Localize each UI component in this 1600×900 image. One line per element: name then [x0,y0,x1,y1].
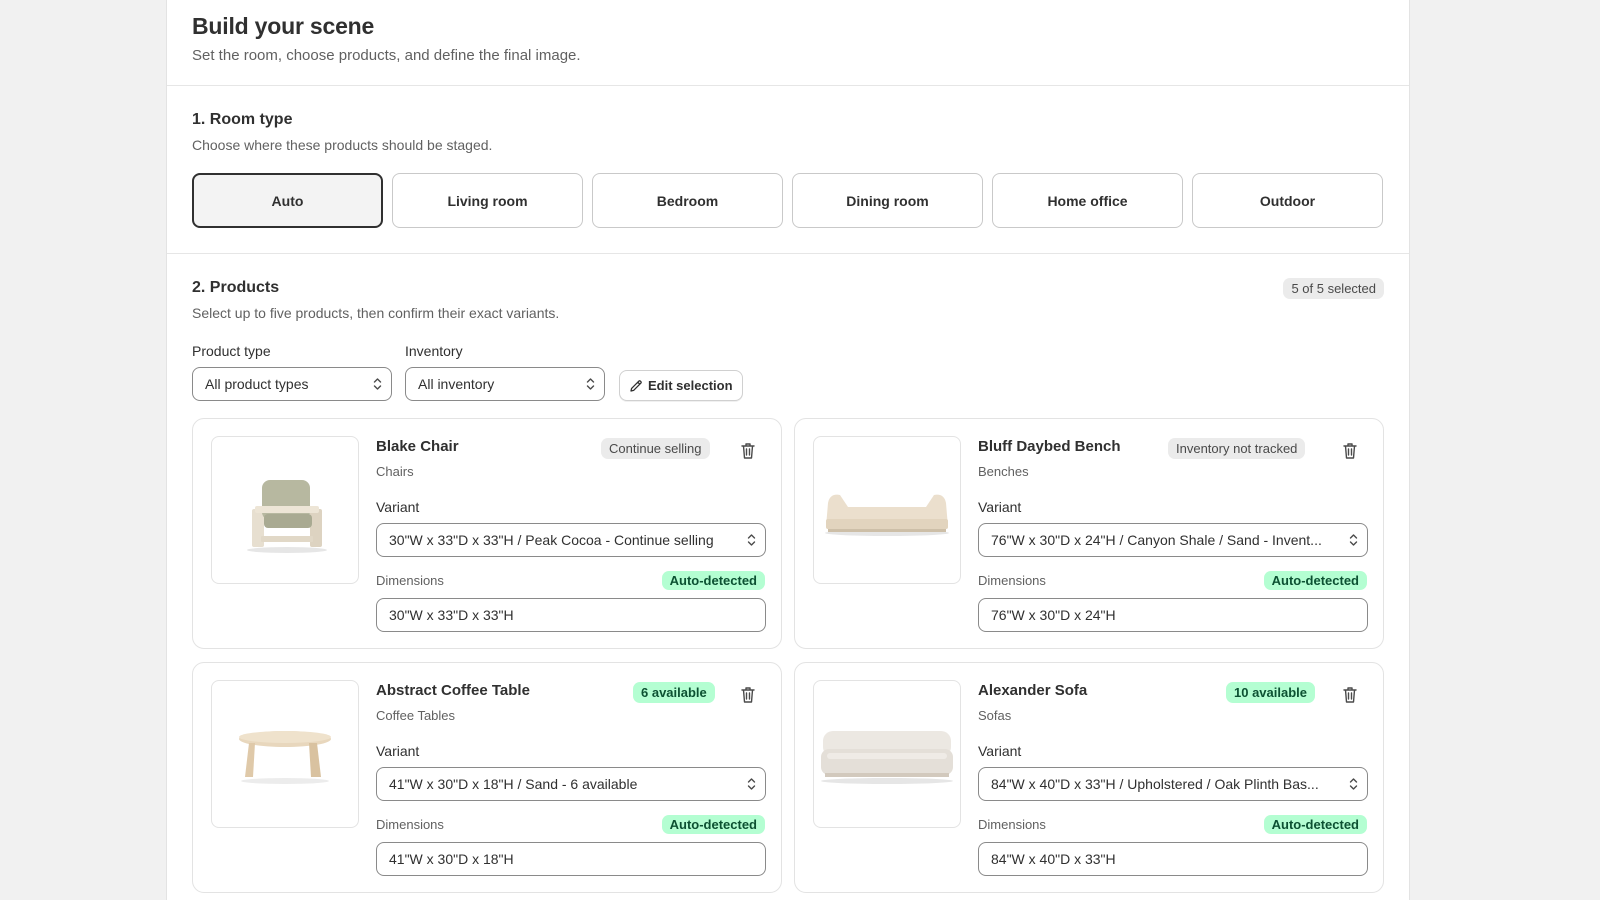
room-option-bedroom[interactable]: Bedroom [592,173,783,228]
sofa-icon [821,731,953,784]
variant-select[interactable]: 76"W x 30"D x 24"H / Canyon Shale / Sand… [978,523,1368,557]
variant-label: Variant [978,499,1022,515]
room-option-home-office[interactable]: Home office [992,173,1183,228]
product-card-blake-chair: Blake Chair Chairs Continue selling Vari… [192,418,782,649]
inventory-label: Inventory [405,343,463,359]
product-card-abstract-coffee-table: Abstract Coffee Table Coffee Tables 6 av… [192,662,782,893]
product-image-bench [813,436,961,584]
product-name: Abstract Coffee Table [376,682,530,699]
product-image-sofa [813,680,961,828]
room-option-living-room[interactable]: Living room [392,173,583,228]
variant-select[interactable]: 30"W x 33"D x 33"H / Peak Cocoa - Contin… [376,523,766,557]
variant-value: 76"W x 30"D x 24"H / Canyon Shale / Sand… [991,532,1322,548]
trash-icon[interactable] [1341,441,1359,461]
room-type-title: 1. Room type [192,111,293,128]
auto-detected-badge: Auto-detected [661,815,765,834]
product-type-select[interactable]: All product types [192,367,392,401]
room-option-outdoor[interactable]: Outdoor [1192,173,1383,228]
auto-detected-badge: Auto-detected [1263,571,1367,590]
product-type-label: Product type [192,343,271,359]
edit-selection-label: Edit selection [648,378,733,393]
product-category: Benches [978,464,1029,479]
products-subtitle: Select up to five products, then confirm… [192,305,560,321]
divider [167,85,1409,86]
product-category: Chairs [376,464,414,479]
product-category: Sofas [978,708,1012,723]
dimensions-label: Dimensions [978,817,1046,832]
status-badge: Inventory not tracked [1168,438,1306,459]
product-category: Coffee Tables [376,708,456,723]
dimensions-label: Dimensions [376,817,444,832]
trash-icon[interactable] [739,685,757,705]
chair-icon [247,480,327,553]
selected-count-badge: 5 of 5 selected [1283,278,1384,299]
auto-detected-badge: Auto-detected [1263,815,1367,834]
product-card-bluff-daybed-bench: Bluff Daybed Bench Benches Inventory not… [794,418,1384,649]
bench-icon [825,494,949,536]
status-badge: Continue selling [601,438,710,459]
variant-value: 41"W x 30"D x 18"H / Sand - 6 available [389,776,638,792]
variant-value: 30"W x 33"D x 33"H / Peak Cocoa - Contin… [389,532,714,548]
product-card-alexander-sofa: Alexander Sofa Sofas 10 available Varian… [794,662,1384,893]
room-type-options: Auto Living room Bedroom Dining room Hom… [192,173,1383,228]
dimensions-input[interactable]: 76"W x 30"D x 24"H [978,598,1368,632]
room-type-subtitle: Choose where these products should be st… [192,137,493,153]
room-option-dining-room[interactable]: Dining room [792,173,983,228]
chevron-updown-icon [373,378,382,390]
trash-icon[interactable] [1341,685,1359,705]
divider [167,253,1409,254]
variant-label: Variant [376,499,420,515]
trash-icon[interactable] [739,441,757,461]
products-title: 2. Products [192,279,280,296]
chevron-updown-icon [586,378,595,390]
product-name: Blake Chair [376,438,459,455]
variant-label: Variant [376,743,420,759]
product-name: Alexander Sofa [978,682,1088,699]
variant-label: Variant [978,743,1022,759]
room-option-auto[interactable]: Auto [192,173,383,228]
status-badge: 6 available [633,682,715,703]
dimensions-input[interactable]: 84"W x 40"D x 33"H [978,842,1368,876]
dimensions-label: Dimensions [978,573,1046,588]
chevron-updown-icon [1349,778,1358,790]
pencil-icon [630,379,642,392]
auto-detected-badge: Auto-detected [661,571,765,590]
inventory-select[interactable]: All inventory [405,367,605,401]
dimensions-input[interactable]: 41"W x 30"D x 18"H [376,842,766,876]
dimensions-label: Dimensions [376,573,444,588]
product-name: Bluff Daybed Bench [978,438,1121,455]
product-image-chair [211,436,359,584]
status-badge: 10 available [1226,682,1315,703]
chevron-updown-icon [747,778,756,790]
product-image-table [211,680,359,828]
product-type-value: All product types [205,376,309,392]
chevron-updown-icon [1349,534,1358,546]
chevron-updown-icon [747,534,756,546]
page-subtitle: Set the room, choose products, and defin… [192,47,581,64]
variant-select[interactable]: 41"W x 30"D x 18"H / Sand - 6 available [376,767,766,801]
inventory-value: All inventory [418,376,495,392]
page-title: Build your scene [192,13,375,39]
scene-builder-panel: Build your scene Set the room, choose pr… [166,0,1410,900]
edit-selection-button[interactable]: Edit selection [619,370,743,401]
dimensions-input[interactable]: 30"W x 33"D x 33"H [376,598,766,632]
variant-value: 84"W x 40"D x 33"H / Upholstered / Oak P… [991,776,1319,792]
variant-select[interactable]: 84"W x 40"D x 33"H / Upholstered / Oak P… [978,767,1368,801]
table-icon [239,731,331,784]
